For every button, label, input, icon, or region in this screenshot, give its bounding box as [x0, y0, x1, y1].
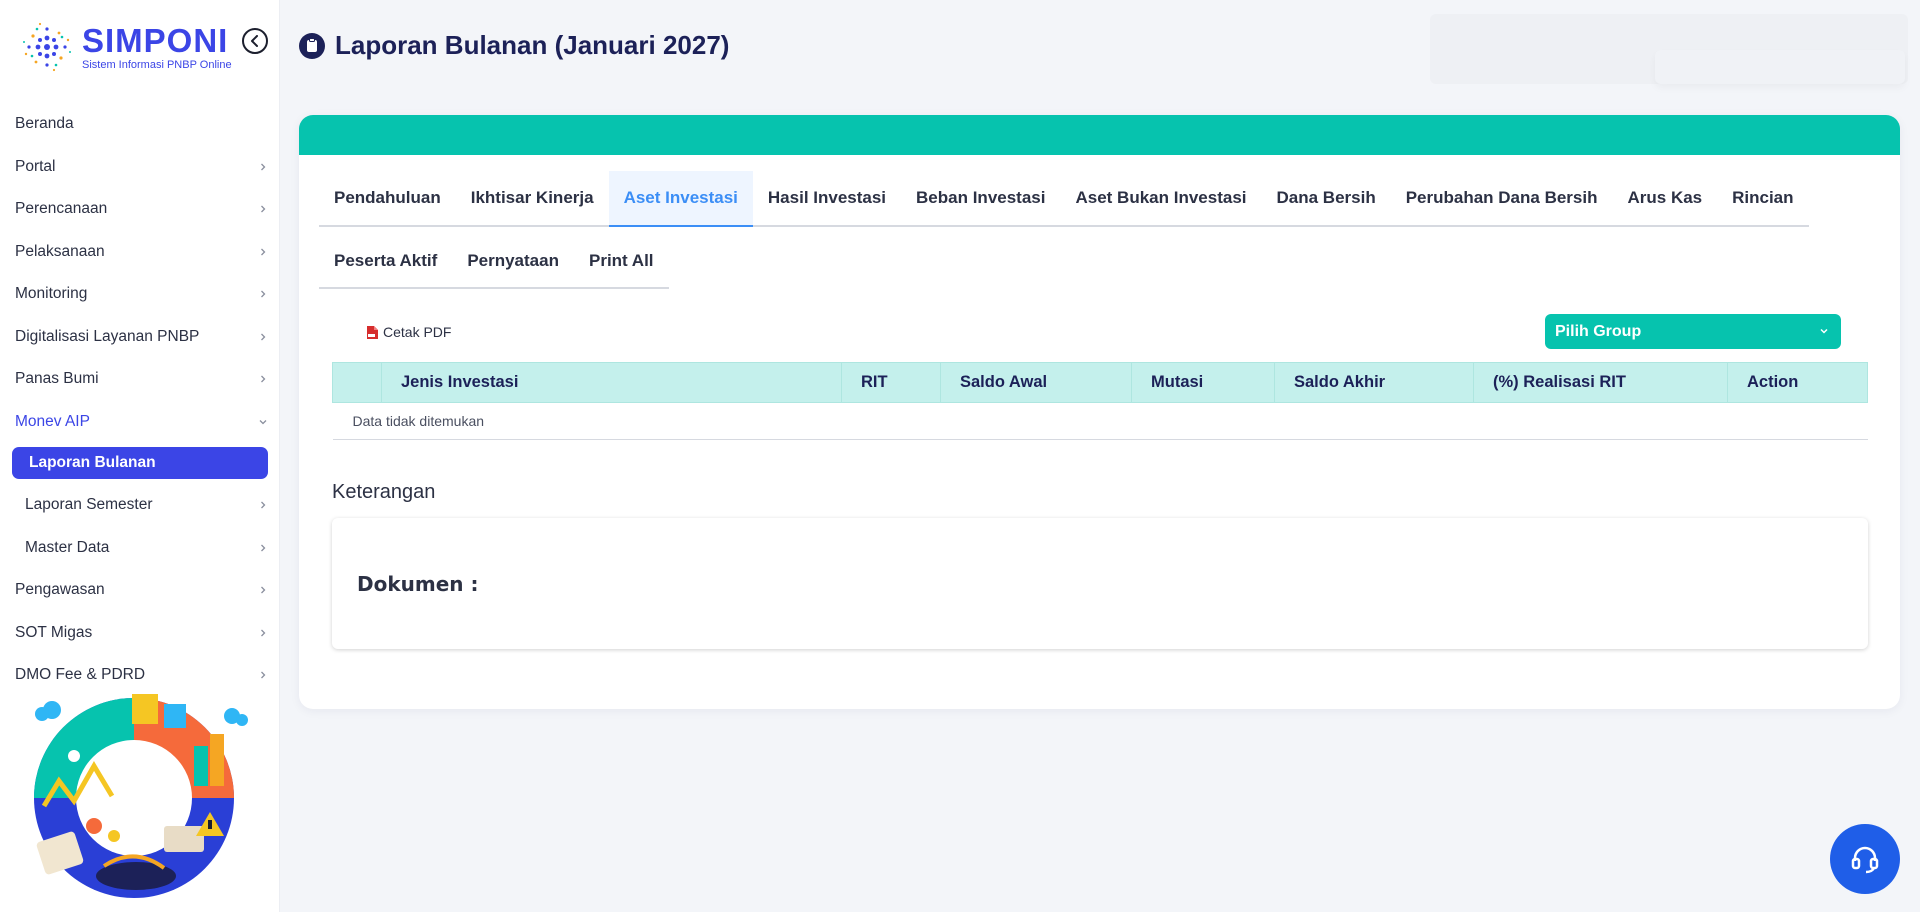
tab-dana-bersih[interactable]: Dana Bersih [1262, 171, 1391, 225]
column-header-jenis-investasi[interactable]: Jenis Investasi [381, 362, 842, 403]
chevron-right-icon [261, 375, 266, 383]
table-header-row: Jenis Investasi RIT Saldo Awal Mutasi Sa… [332, 362, 1868, 403]
chevron-right-icon [261, 248, 266, 256]
brand-subtitle: Sistem Informasi PNBP Online [82, 58, 232, 71]
column-header-saldo-akhir[interactable]: Saldo Akhir [1274, 362, 1474, 403]
sidebar-item-portal[interactable]: Portal [0, 146, 280, 189]
sidebar-item-label: DMO Fee & PDRD [15, 666, 146, 684]
sidebar-item-label: Monev AIP [15, 412, 90, 430]
column-header-rit[interactable]: RIT [841, 362, 941, 403]
column-header-action: Action [1727, 362, 1868, 403]
chevron-right-icon [261, 586, 266, 594]
headset-icon [1851, 846, 1879, 874]
column-header-checkbox [332, 362, 382, 403]
tab-peserta-aktif[interactable]: Peserta Aktif [319, 234, 452, 287]
brand-name: SIMPONI [82, 21, 229, 59]
report-card: Pendahuluan Ikhtisar Kinerja Aset Invest… [299, 115, 1900, 709]
sidebar-item-digitalisasi[interactable]: Digitalisasi Layanan PNBP [0, 316, 280, 359]
tab-pendahuluan[interactable]: Pendahuluan [319, 171, 456, 225]
sidebar-illustration [34, 694, 248, 898]
card-header-bar [299, 115, 1900, 155]
group-select-value: Pilih Group [1555, 322, 1642, 340]
sidebar-item-pengawasan[interactable]: Pengawasan [0, 569, 280, 612]
chevron-left-icon [251, 35, 258, 47]
brand-logo[interactable]: SIMPONI Sistem Informasi PNBP Online [18, 18, 232, 76]
print-pdf-button[interactable]: Cetak PDF [366, 324, 451, 340]
clipboard-icon [299, 32, 325, 59]
keterangan-box: Dokumen : [332, 518, 1868, 649]
collapse-sidebar-button[interactable] [242, 28, 268, 54]
sidebar-item-label: Perencanaan [15, 200, 108, 218]
simponi-logo-icon [23, 22, 71, 72]
chevron-right-icon [261, 629, 266, 637]
sidebar-item-label: Pelaksanaan [15, 242, 105, 260]
sidebar-item-label: Portal [15, 157, 56, 175]
chevron-down-icon [1820, 328, 1828, 334]
chevron-right-icon [261, 205, 266, 213]
page-header: Laporan Bulanan (Januari 2027) [299, 30, 729, 61]
sidebar-item-label: Beranda [15, 115, 74, 133]
sidebar-item-panas-bumi[interactable]: Panas Bumi [0, 358, 280, 401]
print-pdf-label: Cetak PDF [383, 324, 452, 340]
support-chat-button[interactable] [1830, 824, 1900, 894]
sidebar-item-label: Master Data [25, 538, 110, 556]
sidebar-item-monitoring[interactable]: Monitoring [0, 273, 280, 316]
column-header-mutasi[interactable]: Mutasi [1131, 362, 1275, 403]
chevron-right-icon [261, 333, 266, 341]
chevron-right-icon [261, 501, 266, 509]
sidebar-item-label: Pengawasan [15, 581, 105, 599]
column-header-realisasi-rit[interactable]: (%) Realisasi RIT [1473, 362, 1728, 403]
page-title: Laporan Bulanan (Januari 2027) [335, 30, 730, 60]
chevron-right-icon [261, 290, 266, 298]
column-header-saldo-awal[interactable]: Saldo Awal [940, 362, 1132, 403]
sidebar-item-label: Monitoring [15, 285, 88, 303]
tab-pernyataan[interactable]: Pernyataan [452, 234, 574, 287]
tab-bar-secondary: Peserta Aktif Pernyataan Print All [319, 234, 669, 289]
tab-aset-investasi[interactable]: Aset Investasi [608, 171, 754, 227]
chevron-right-icon [261, 544, 266, 552]
keterangan-title: Keterangan [332, 481, 436, 503]
sidebar-item-master-data[interactable]: Master Data [0, 527, 280, 570]
chevron-right-icon [261, 671, 266, 679]
tab-perubahan-dana-bersih[interactable]: Perubahan Dana Bersih [1391, 171, 1613, 225]
investment-table: Jenis Investasi RIT Saldo Awal Mutasi Sa… [332, 362, 1868, 440]
chevron-right-icon [261, 163, 266, 171]
pdf-icon [367, 325, 378, 339]
sidebar-item-label: Laporan Bulanan [29, 454, 156, 471]
tab-hasil-investasi[interactable]: Hasil Investasi [753, 171, 901, 225]
sidebar-item-label: Panas Bumi [15, 370, 99, 388]
tab-beban-investasi[interactable]: Beban Investasi [901, 171, 1060, 225]
sidebar-item-perencanaan[interactable]: Perencanaan [0, 188, 280, 231]
chevron-down-icon [259, 419, 267, 425]
sidebar-item-label: Digitalisasi Layanan PNBP [15, 327, 200, 345]
sidebar-item-pelaksanaan[interactable]: Pelaksanaan [0, 231, 280, 274]
sidebar-item-laporan-semester[interactable]: Laporan Semester [0, 484, 280, 527]
sidebar-item-sot-migas[interactable]: SOT Migas [0, 612, 280, 655]
tab-arus-kas[interactable]: Arus Kas [1612, 171, 1717, 225]
tab-rincian[interactable]: Rincian [1717, 171, 1808, 225]
group-select[interactable]: Pilih Group [1545, 314, 1841, 349]
dokumen-label: Dokumen : [357, 572, 479, 596]
tab-bar-primary: Pendahuluan Ikhtisar Kinerja Aset Invest… [319, 171, 1809, 227]
sidebar-nav: Beranda Portal Perencanaan Pelaksanaan M… [0, 103, 280, 697]
sidebar-item-laporan-bulanan[interactable]: Laporan Bulanan [12, 447, 268, 479]
table-row: Data tidak ditemukan [332, 402, 1868, 440]
sidebar-item-monev-aip[interactable]: Monev AIP [0, 401, 280, 444]
sidebar-item-beranda[interactable]: Beranda [0, 103, 280, 146]
empty-table-message: Data tidak ditemukan [332, 402, 1868, 440]
sidebar-item-label: Laporan Semester [25, 496, 153, 514]
tab-aset-bukan-investasi[interactable]: Aset Bukan Investasi [1060, 171, 1261, 225]
sidebar: SIMPONI Sistem Informasi PNBP Online Ber… [0, 0, 280, 912]
sidebar-item-label: SOT Migas [15, 623, 93, 641]
tab-ikhtisar-kinerja[interactable]: Ikhtisar Kinerja [456, 171, 609, 225]
tab-print-all[interactable]: Print All [574, 234, 669, 287]
header-user-area[interactable] [1655, 50, 1905, 84]
